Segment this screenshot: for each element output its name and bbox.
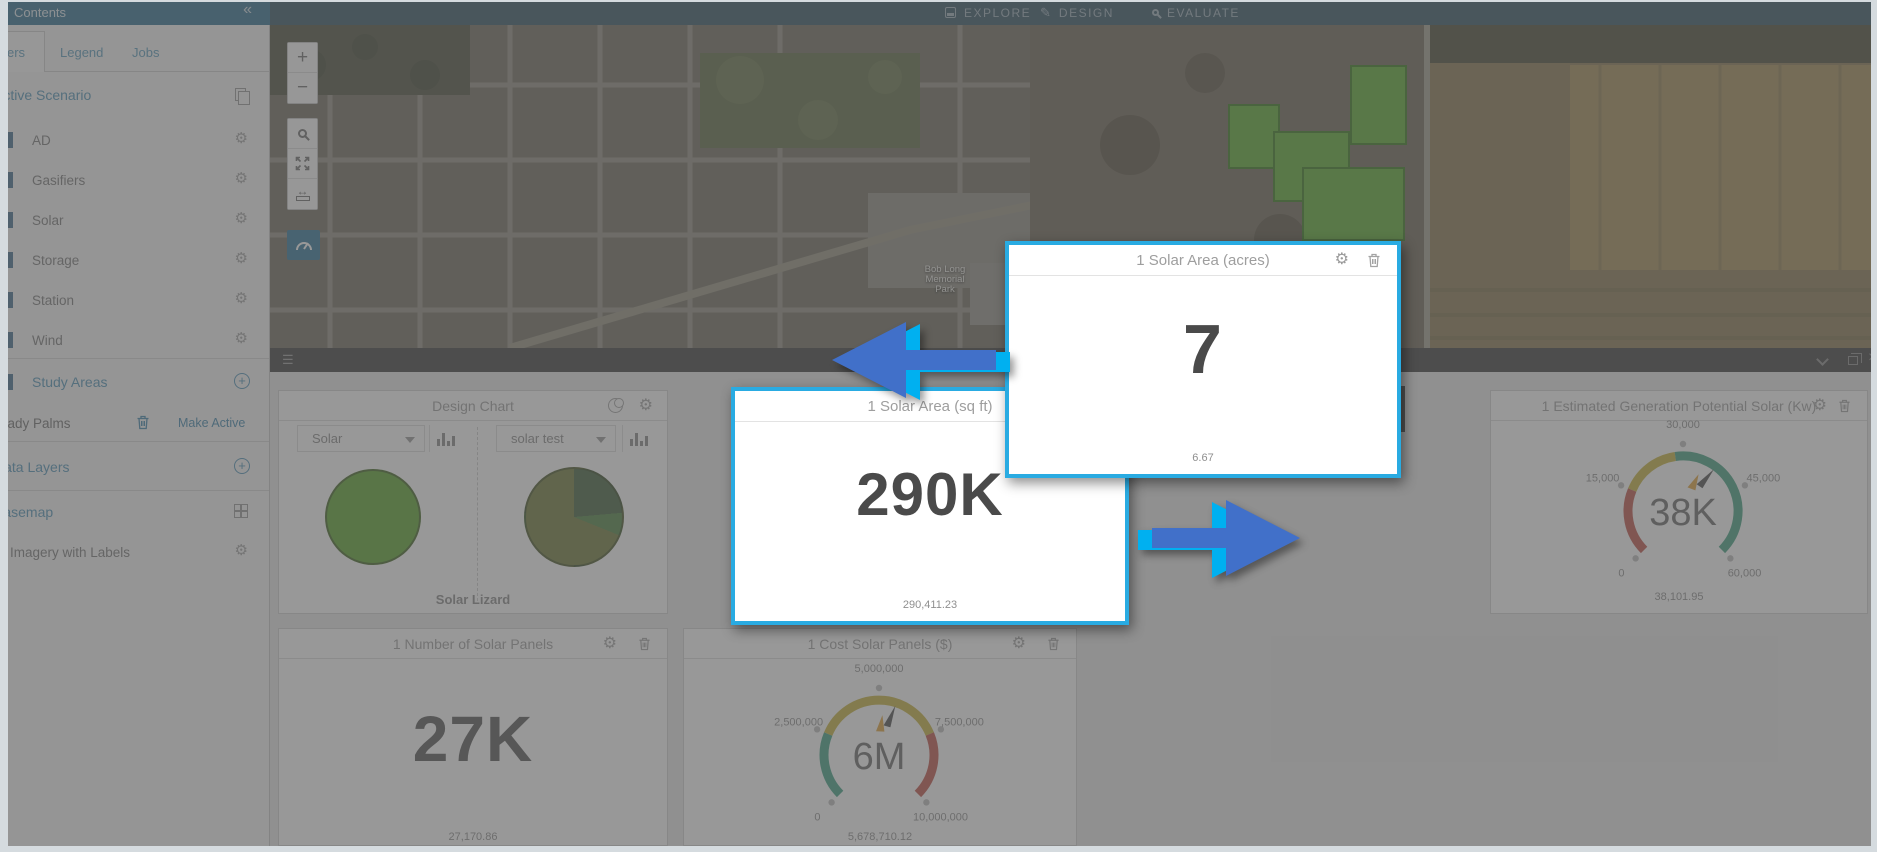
window-border-bottom: [0, 846, 1877, 852]
card-header: 1 Solar Area (acres) ⚙: [1009, 245, 1397, 276]
geoplanner-app: EXPLORE ✎ DESIGN EVALUATE Contents « Lay…: [0, 0, 1877, 852]
solar-area-acres-card[interactable]: 1 Solar Area (acres) ⚙ 7 6.67: [1005, 241, 1401, 478]
metric-detail: 6.67: [1009, 452, 1397, 464]
card-title: 1 Solar Area (acres): [1136, 252, 1269, 269]
trash-icon[interactable]: [1367, 253, 1381, 271]
window-border-right: [1871, 0, 1877, 852]
metric-value: 7: [1009, 309, 1397, 389]
tutorial-arrow-left: [826, 320, 1012, 402]
window-border-left: [0, 0, 8, 852]
tutorial-arrow-right: [1136, 498, 1302, 580]
window-border-top: [0, 0, 1877, 2]
gear-icon[interactable]: ⚙: [1335, 252, 1349, 268]
metric-detail: 290,411.23: [735, 599, 1125, 611]
